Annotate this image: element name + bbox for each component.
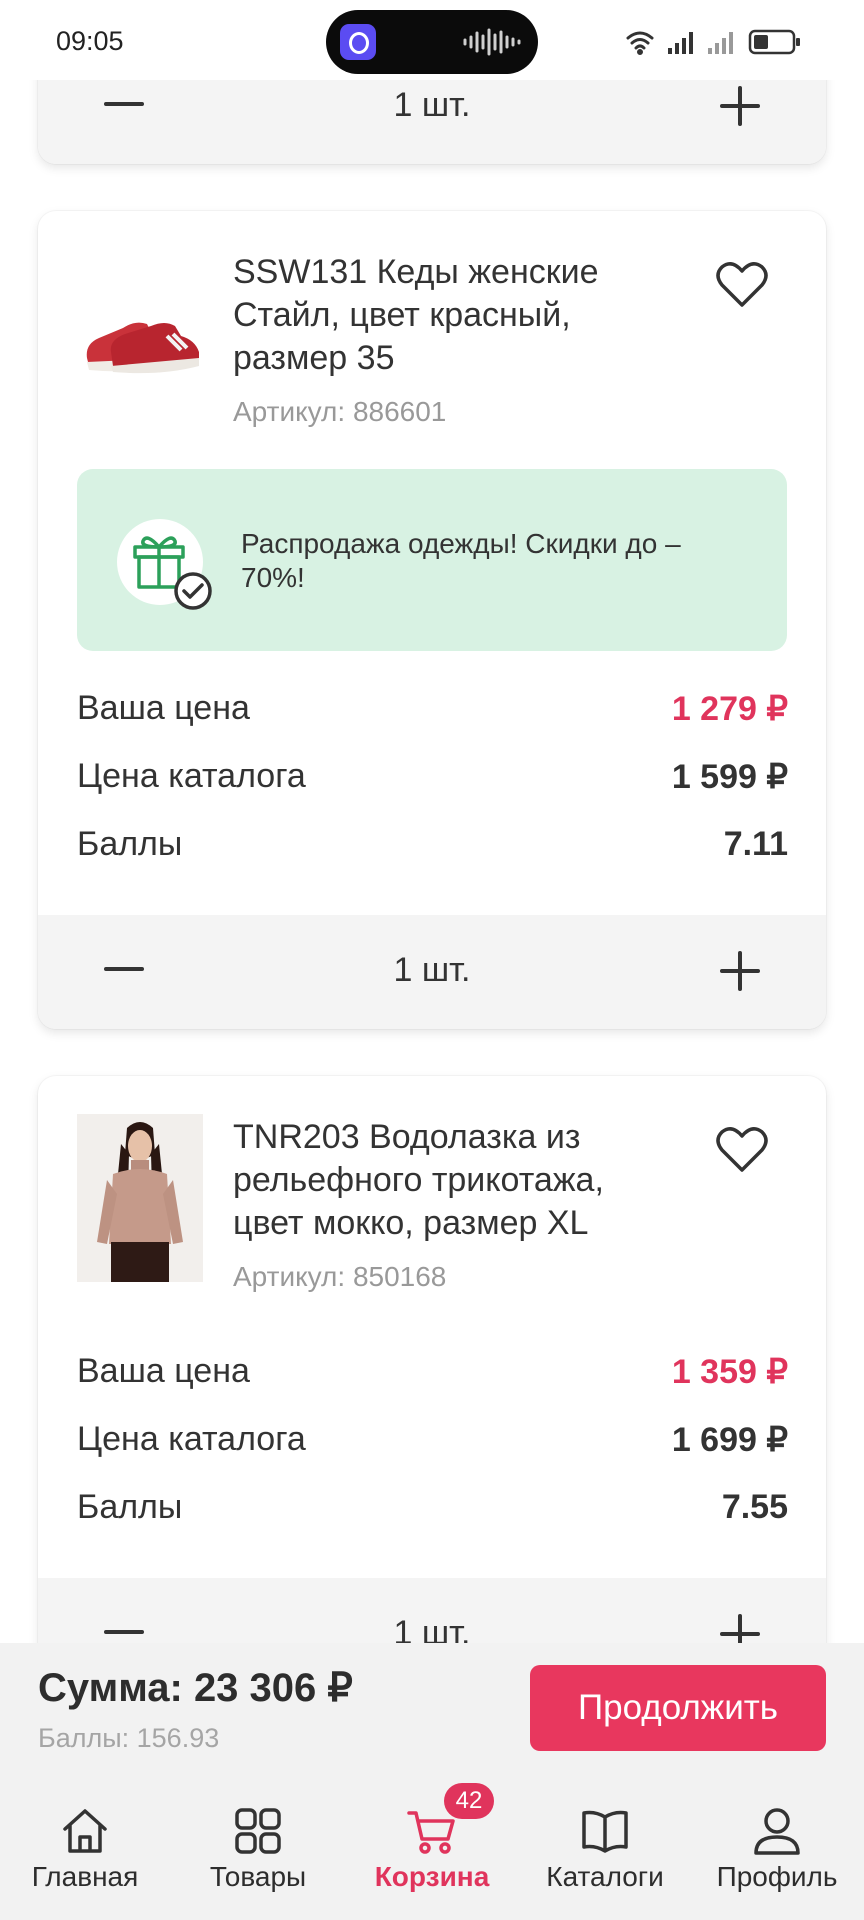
- tab-catalogs[interactable]: Каталоги: [530, 1805, 680, 1915]
- your-price: 1 359 ₽: [671, 1353, 788, 1391]
- points-value: 7.11: [723, 825, 788, 863]
- increase-button[interactable]: [720, 1614, 760, 1645]
- quantity-row: 1 шт.: [38, 915, 826, 1029]
- book-icon: [582, 1810, 628, 1853]
- catalog-price-label: Цена каталога: [77, 757, 306, 795]
- points-label: Баллы: [77, 825, 183, 863]
- checkout-footer: Сумма: 23 306 ₽ Баллы: 156.93 Продолжить…: [0, 1643, 864, 1920]
- gift-badge: [117, 519, 212, 610]
- product-title[interactable]: TNR203 Водолазка из рельефного трикотажа…: [233, 1116, 663, 1245]
- product-sku: Артикул: 886601: [233, 396, 447, 427]
- quantity-value: 1 шт.: [393, 1614, 471, 1645]
- quantity-value: 1 шт.: [393, 951, 471, 989]
- continue-button[interactable]: Продолжить: [530, 1665, 826, 1751]
- user-icon: [754, 1808, 800, 1855]
- tab-label: Главная: [31, 1861, 139, 1892]
- favorite-heart-icon[interactable]: [716, 261, 768, 309]
- points-value: 7.55: [721, 1488, 788, 1526]
- total-points: Баллы: 156.93: [38, 1723, 220, 1753]
- tab-home[interactable]: Главная: [10, 1805, 160, 1915]
- audio-wave-icon: [463, 28, 521, 56]
- product-image[interactable]: [77, 1114, 203, 1282]
- tab-profile[interactable]: Профиль: [702, 1805, 852, 1915]
- app-icon: [340, 24, 376, 60]
- your-price-label: Ваша цена: [77, 1352, 250, 1390]
- your-price-label: Ваша цена: [77, 689, 250, 727]
- cart-list[interactable]: 1 шт. SSW131 Кеды женские Стайл, цвет кр…: [0, 0, 864, 1645]
- catalog-price: 1 699 ₽: [671, 1421, 788, 1459]
- cart-total: Сумма: 23 306 ₽: [38, 1666, 353, 1710]
- your-price: 1 279 ₽: [671, 690, 788, 728]
- status-icons: [626, 29, 800, 55]
- quantity-row: 1 шт.: [38, 1578, 826, 1645]
- promo-banner[interactable]: Распродажа одежды! Скидки до –70%!: [77, 469, 787, 651]
- grid-icon: [235, 1808, 281, 1854]
- cart-item-card: SSW131 Кеды женские Стайл, цвет красный,…: [38, 211, 826, 1029]
- tab-label: Профиль: [716, 1861, 838, 1892]
- product-sku: Артикул: 850168: [233, 1261, 447, 1292]
- wifi-icon: [626, 31, 654, 55]
- points-label: Баллы: [77, 1488, 183, 1526]
- signal-icon-2: [708, 32, 733, 54]
- cart-item-card: TNR203 Водолазка из рельефного трикотажа…: [38, 1076, 826, 1645]
- status-bar: 09:05: [0, 0, 864, 80]
- battery-icon: [748, 29, 800, 55]
- product-title[interactable]: SSW131 Кеды женские Стайл, цвет красный,…: [233, 251, 663, 380]
- status-time: 09:05: [56, 26, 124, 56]
- tab-products[interactable]: Товары: [183, 1805, 333, 1915]
- catalog-price: 1 599 ₽: [671, 758, 788, 796]
- cart-count-badge: 42: [444, 1783, 494, 1819]
- home-icon: [63, 1809, 107, 1853]
- tab-cart[interactable]: Корзина: [357, 1805, 507, 1915]
- product-image[interactable]: [77, 251, 203, 419]
- quantity-value: 1 шт.: [393, 86, 471, 124]
- check-circle-icon: [174, 572, 212, 610]
- signal-icon: [668, 32, 693, 54]
- favorite-heart-icon[interactable]: [716, 1126, 768, 1174]
- catalog-price-label: Цена каталога: [77, 1420, 306, 1458]
- increase-button[interactable]: [720, 86, 760, 126]
- tab-label: Товары: [209, 1861, 307, 1892]
- dynamic-island: [326, 10, 538, 74]
- promo-text: Распродажа одежды! Скидки до –70%!: [241, 528, 681, 593]
- tab-label: Корзина: [374, 1861, 490, 1892]
- tab-label: Каталоги: [546, 1861, 664, 1892]
- increase-button[interactable]: [720, 951, 760, 991]
